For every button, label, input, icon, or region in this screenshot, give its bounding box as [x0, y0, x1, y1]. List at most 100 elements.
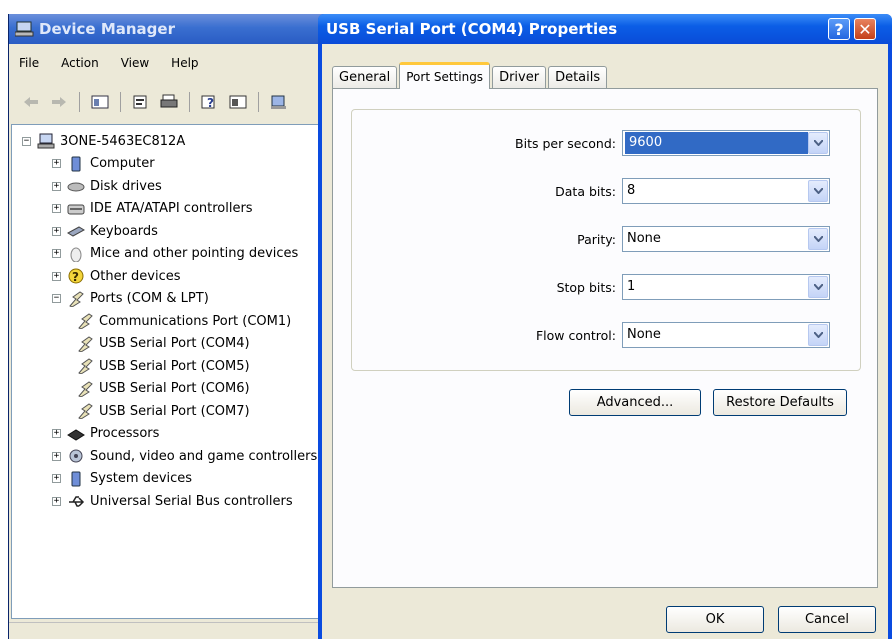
back-arrow-icon [24, 97, 38, 107]
properties-button[interactable] [131, 92, 151, 112]
forward-button[interactable] [49, 92, 69, 112]
processor-icon [67, 428, 85, 441]
forward-arrow-icon [52, 97, 66, 107]
tree-item-label: USB Serial Port (COM4) [99, 336, 250, 351]
port-icon [69, 290, 84, 307]
tree-item[interactable]: − Ports (COM & LPT) [52, 288, 209, 310]
bits-per-second-row: Bits per second: 9600 [352, 130, 830, 156]
data-bits-select[interactable]: 8 [622, 178, 830, 204]
chevron-down-icon[interactable] [808, 180, 828, 202]
scan-hardware-button[interactable] [269, 92, 289, 112]
bits-per-second-label: Bits per second: [515, 135, 616, 151]
expand-icon[interactable]: + [52, 249, 61, 258]
properties-icon [133, 95, 147, 109]
expand-icon[interactable]: + [52, 204, 61, 213]
bits-per-second-select[interactable]: 9600 [622, 130, 830, 156]
chevron-down-icon[interactable] [808, 324, 828, 346]
menu-file[interactable]: File [9, 56, 51, 70]
expand-icon[interactable]: + [52, 429, 61, 438]
port-settings-group: Bits per second: 9600 Data bits: 8 Parit… [351, 109, 861, 371]
expand-icon[interactable]: + [52, 271, 61, 281]
tree-item-label: Computer [90, 156, 155, 171]
tree-item[interactable]: USB Serial Port (COM4) [76, 333, 250, 355]
tree-item[interactable]: + Processors [52, 423, 159, 445]
dialog-close-button[interactable]: ✕ [854, 18, 876, 40]
data-bits-value: 8 [627, 183, 636, 198]
flow-control-select[interactable]: None [622, 322, 830, 348]
scan-hardware-icon [271, 95, 286, 109]
tree-item-label: USB Serial Port (COM5) [99, 358, 250, 374]
chevron-down-icon[interactable] [808, 228, 828, 250]
tree-item[interactable]: + Mice and other pointing devices [52, 243, 298, 265]
dialog-help-button[interactable]: ? [828, 18, 850, 40]
tree-item-label: Communications Port (COM1) [99, 313, 292, 329]
back-button[interactable] [21, 92, 41, 112]
expand-icon[interactable]: + [52, 451, 61, 461]
keyboard-icon [67, 226, 85, 237]
stop-bits-select[interactable]: 1 [622, 274, 830, 300]
tree-item[interactable]: − 3ONE-5463EC812A [22, 130, 185, 152]
unknown-device-icon: ? [68, 268, 84, 284]
tree-item[interactable]: USB Serial Port (COM7) [76, 400, 250, 422]
tab-details[interactable]: Details [548, 66, 608, 88]
dialog-titlebar[interactable]: USB Serial Port (COM4) Properties [318, 14, 892, 44]
stop-bits-row: Stop bits: 1 [352, 274, 830, 300]
mouse-icon [70, 247, 82, 262]
tree-item[interactable]: + Computer [52, 153, 155, 175]
system-device-icon [71, 471, 81, 486]
tree-item[interactable]: USB Serial Port (COM6) [76, 378, 250, 400]
parity-select[interactable]: None [622, 226, 830, 252]
port-icon [78, 335, 93, 352]
menu-view[interactable]: View [111, 56, 161, 70]
advanced-button[interactable]: Advanced... [569, 389, 701, 416]
tree-item[interactable]: USB Serial Port (COM5) [76, 355, 250, 377]
tree-item[interactable]: + System devices [52, 468, 192, 490]
collapse-icon[interactable]: − [22, 136, 31, 146]
bits-per-second-value: 9600 [625, 132, 808, 154]
restore-defaults-button[interactable]: Restore Defaults [713, 389, 847, 416]
svg-text:?: ? [72, 270, 79, 284]
ok-button[interactable]: OK [666, 606, 764, 633]
svg-text:?: ? [207, 96, 214, 110]
cancel-button[interactable]: Cancel [778, 606, 876, 633]
port-settings-panel: Bits per second: 9600 Data bits: 8 Parit… [332, 88, 878, 588]
tree-item[interactable]: +? Other devices [52, 265, 181, 287]
tree-item[interactable]: + Universal Serial Bus controllers [52, 490, 293, 512]
chevron-down-icon[interactable] [808, 276, 828, 298]
show-hide-button[interactable] [228, 92, 248, 112]
expand-icon[interactable]: + [52, 496, 61, 506]
tab-driver[interactable]: Driver [492, 66, 547, 88]
expand-icon[interactable]: + [52, 159, 61, 168]
console-tree-button[interactable] [90, 92, 110, 112]
menu-help[interactable]: Help [161, 56, 210, 70]
tree-item-label: USB Serial Port (COM7) [99, 403, 250, 419]
chevron-down-icon[interactable] [808, 132, 828, 154]
tree-item[interactable]: + Disk drives [52, 175, 162, 197]
collapse-icon[interactable]: − [52, 294, 61, 303]
computer-icon [71, 156, 81, 171]
expand-icon[interactable]: + [52, 226, 61, 236]
tree-item-label: Ports (COM & LPT) [90, 291, 209, 306]
parity-label: Parity: [577, 231, 616, 247]
port-icon [78, 358, 93, 374]
help-button[interactable]: ? [200, 92, 220, 112]
tab-general[interactable]: General [332, 66, 398, 88]
printer-icon [160, 94, 178, 108]
port-icon [78, 403, 93, 419]
tree-item[interactable]: + Sound, video and game controllers [52, 445, 317, 467]
tree-item[interactable]: + IDE ATA/ATAPI controllers [52, 198, 253, 220]
tab-port-settings[interactable]: Port Settings [399, 62, 491, 89]
menu-action[interactable]: Action [51, 56, 111, 70]
tree-item[interactable]: Communications Port (COM1) [76, 310, 291, 332]
tree-item-label: USB Serial Port (COM6) [99, 381, 250, 396]
device-manager-icon [15, 21, 34, 37]
port-icon [78, 313, 93, 329]
device-tree[interactable]: − 3ONE-5463EC812A + Computer + Disk drives + ID… [11, 124, 331, 619]
expand-icon[interactable]: + [52, 474, 61, 483]
usb-icon [69, 496, 85, 507]
print-button[interactable] [159, 92, 179, 112]
tree-item-label: IDE ATA/ATAPI controllers [90, 201, 253, 216]
device-manager-titlebar[interactable]: Device Manager [9, 14, 331, 44]
tree-item[interactable]: + Keyboards [52, 220, 158, 242]
expand-icon[interactable]: + [52, 181, 61, 191]
